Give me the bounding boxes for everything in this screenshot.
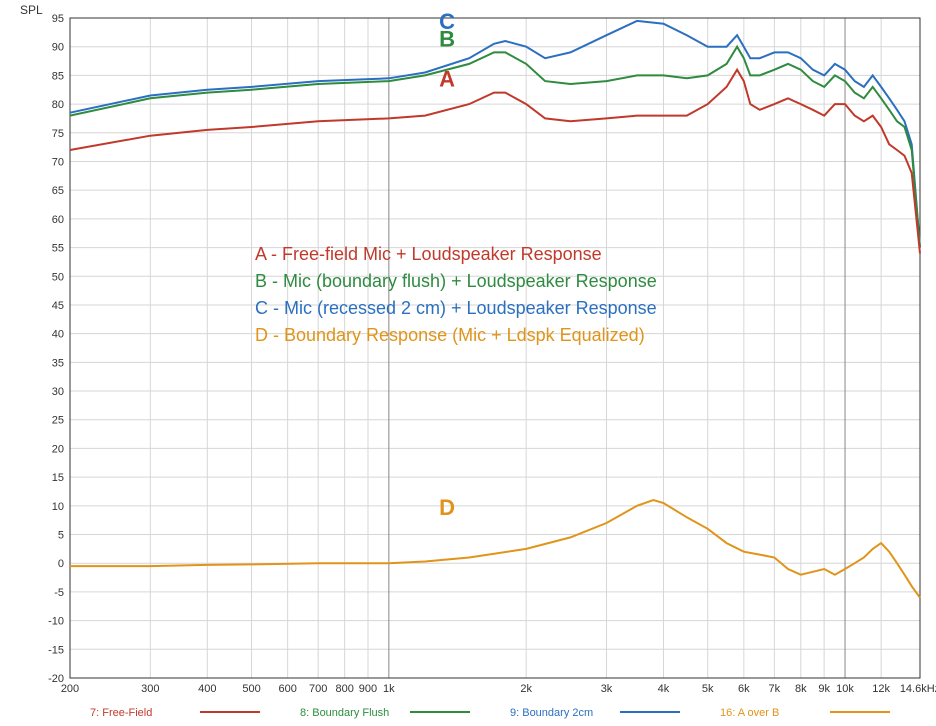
y-tick: 20 bbox=[52, 443, 64, 455]
y-tick: 35 bbox=[52, 357, 64, 369]
series-b-line bbox=[70, 47, 920, 248]
y-tick: 10 bbox=[52, 501, 64, 513]
x-tick: 4k bbox=[658, 683, 670, 695]
y-tick: 65 bbox=[52, 185, 64, 197]
y-tick: -15 bbox=[48, 644, 64, 656]
footer-label-8: 8: Boundary Flush bbox=[300, 707, 389, 719]
y-tick: 90 bbox=[52, 42, 64, 54]
legend-entry-d: D - Boundary Response (Mic + Ldspk Equal… bbox=[255, 325, 645, 345]
x-tick: 9k bbox=[818, 683, 830, 695]
y-tick: -20 bbox=[48, 673, 64, 685]
annot-c: C bbox=[439, 9, 455, 34]
axes bbox=[70, 18, 920, 678]
series-c-line bbox=[70, 21, 920, 248]
annot-d: D bbox=[439, 495, 455, 520]
spl-frequency-chart: SPL 2003004005006007008009001k2k3k4k5k6k… bbox=[0, 0, 936, 726]
x-tick: 800 bbox=[335, 683, 353, 695]
y-tick: -5 bbox=[54, 587, 64, 599]
footer-label-7: 7: Free-Field bbox=[90, 707, 152, 719]
x-tick: 10k bbox=[836, 683, 854, 695]
footer-label-9: 9: Boundary 2cm bbox=[510, 707, 593, 719]
x-tick: 8k bbox=[795, 683, 807, 695]
y-tick: 85 bbox=[52, 70, 64, 82]
y-tick: 55 bbox=[52, 243, 64, 255]
y-tick: 0 bbox=[58, 558, 64, 570]
y-tick: -10 bbox=[48, 616, 64, 628]
y-tick: 95 bbox=[52, 13, 64, 25]
y-tick: 15 bbox=[52, 472, 64, 484]
y-tick: 30 bbox=[52, 386, 64, 398]
series-d-line bbox=[70, 500, 920, 598]
chart-legend: A - Free-field Mic + Loudspeaker Respons… bbox=[255, 244, 657, 345]
x-tick: 400 bbox=[198, 683, 216, 695]
x-tick-labels: 2003004005006007008009001k2k3k4k5k6k7k8k… bbox=[61, 683, 936, 695]
y-tick: 70 bbox=[52, 156, 64, 168]
y-tick: 40 bbox=[52, 329, 64, 341]
legend-entry-c: C - Mic (recessed 2 cm) + Loudspeaker Re… bbox=[255, 298, 657, 318]
y-tick: 50 bbox=[52, 271, 64, 283]
y-tick: 80 bbox=[52, 99, 64, 111]
gridlines bbox=[70, 18, 920, 678]
x-tick: 600 bbox=[278, 683, 296, 695]
legend-entry-b: B - Mic (boundary flush) + Loudspeaker R… bbox=[255, 271, 657, 291]
x-tick: 14.6kHz bbox=[900, 683, 936, 695]
y-tick: 45 bbox=[52, 300, 64, 312]
y-tick: 60 bbox=[52, 214, 64, 226]
y-tick: 75 bbox=[52, 128, 64, 140]
x-tick: 1k bbox=[383, 683, 395, 695]
x-tick: 900 bbox=[359, 683, 377, 695]
y-axis-label: SPL bbox=[20, 3, 43, 17]
legend-entry-a: A - Free-field Mic + Loudspeaker Respons… bbox=[255, 244, 602, 264]
x-tick: 6k bbox=[738, 683, 750, 695]
footer-label-16: 16: A over B bbox=[720, 707, 779, 719]
y-tick: 5 bbox=[58, 530, 64, 542]
x-tick: 12k bbox=[872, 683, 890, 695]
series-annotations: ABCD bbox=[439, 9, 455, 520]
y-tick-labels: -20 -15 -10 -5 0 5 10 15 20 25 30 35 40 45 50 55 60 65 70 7… bbox=[48, 13, 64, 685]
x-tick: 700 bbox=[309, 683, 327, 695]
y-tick: 25 bbox=[52, 415, 64, 427]
x-tick: 2k bbox=[520, 683, 532, 695]
x-tick: 3k bbox=[601, 683, 613, 695]
annot-a: A bbox=[439, 67, 455, 92]
x-tick: 7k bbox=[769, 683, 781, 695]
x-tick: 300 bbox=[141, 683, 159, 695]
x-tick: 5k bbox=[702, 683, 714, 695]
x-tick: 500 bbox=[242, 683, 260, 695]
footer-legend: 7: Free-Field 8: Boundary Flush 9: Boundar… bbox=[90, 707, 890, 719]
